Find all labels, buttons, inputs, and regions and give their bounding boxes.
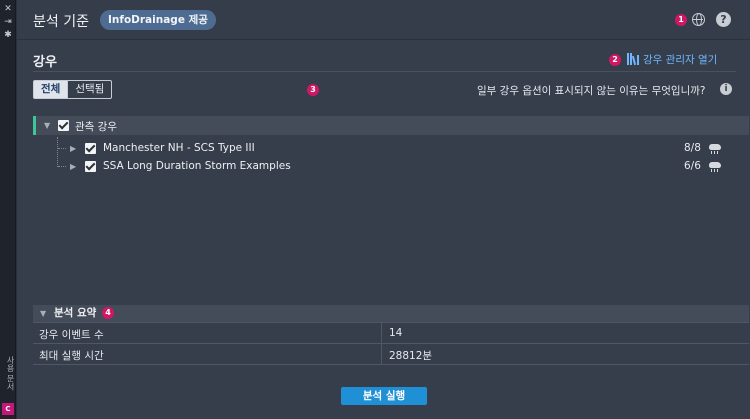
summary-header[interactable]: ▼ 분석 요약 4 [33,305,749,322]
section-divider [33,71,736,72]
globe-icon[interactable] [692,13,705,26]
summary-title: 분석 요약 [54,307,97,319]
rainfall-manager-icon [627,53,640,66]
side-rail: ✕ ⇥ ✱ 사용 문서 C [0,0,16,419]
step-badge-4: 4 [102,307,114,319]
tree-connector [57,137,58,167]
rail-vertical-label: 사용 문서 [6,356,15,391]
filter-toggle: 전체 선택됨 [33,80,113,99]
close-icon[interactable]: ✕ [3,4,13,14]
chevron-down-icon[interactable]: ▼ [44,121,50,131]
section-title: 강우 [33,55,57,70]
table-row: 최대 실행 시간 28812분 [33,344,749,365]
item-label: Manchester NH - SCS Type III [103,142,255,154]
info-icon[interactable]: i [720,83,732,95]
rain-icon [708,161,722,173]
item-count: 6/6 [684,160,701,172]
row-value: 14 [389,327,403,339]
row-key: 강우 이벤트 수 [39,329,104,341]
summary-table: 강우 이벤트 수 14 최대 실행 시간 28812분 [33,322,749,365]
step-badge-3: 3 [307,84,319,96]
run-analysis-button[interactable]: 분석 실행 [341,387,427,405]
rain-icon [708,143,722,155]
row-value: 28812분 [389,350,433,362]
item-checkbox[interactable] [85,143,96,154]
settings-icon[interactable]: ✱ [3,30,13,40]
tree-connector [58,166,66,167]
missing-options-hint: 일부 강우 옵션이 표시되지 않는 이유는 무엇입니까? [477,85,706,97]
row-key: 최대 실행 시간 [39,350,104,362]
tree-group-row[interactable]: ▼ 관측 강우 [33,116,749,135]
panel-title: 분석 기준 [33,14,89,30]
panel-header: 분석 기준 InfoDrainage 제공 1 ? [17,0,750,40]
step-badge-1: 1 [675,14,687,26]
open-rainfall-manager-link[interactable]: 강우 관리자 열기 [627,52,717,68]
source-chip: InfoDrainage 제공 [100,10,216,30]
collapse-icon[interactable]: ⇥ [3,17,13,27]
chevron-right-icon[interactable]: ▶ [70,144,76,154]
help-icon[interactable]: ? [716,12,731,27]
item-label: SSA Long Duration Storm Examples [103,160,291,172]
analysis-panel: 분석 기준 InfoDrainage 제공 1 ? 강우 2 강우 관리자 열기… [17,0,750,419]
tree-connector [58,148,66,149]
tab-all[interactable]: 전체 [34,81,68,98]
item-checkbox[interactable] [85,161,96,172]
group-checkbox[interactable] [58,120,69,131]
chevron-right-icon[interactable]: ▶ [70,162,76,172]
item-count: 8/8 [684,142,701,154]
chevron-down-icon[interactable]: ▼ [40,309,46,319]
rainfall-manager-label: 강우 관리자 열기 [643,54,718,66]
tab-selected[interactable]: 선택됨 [67,81,111,98]
table-row: 강우 이벤트 수 14 [33,323,749,344]
group-label: 관측 강우 [75,121,117,133]
brand-logo: C [2,403,14,415]
step-badge-2: 2 [609,54,621,66]
